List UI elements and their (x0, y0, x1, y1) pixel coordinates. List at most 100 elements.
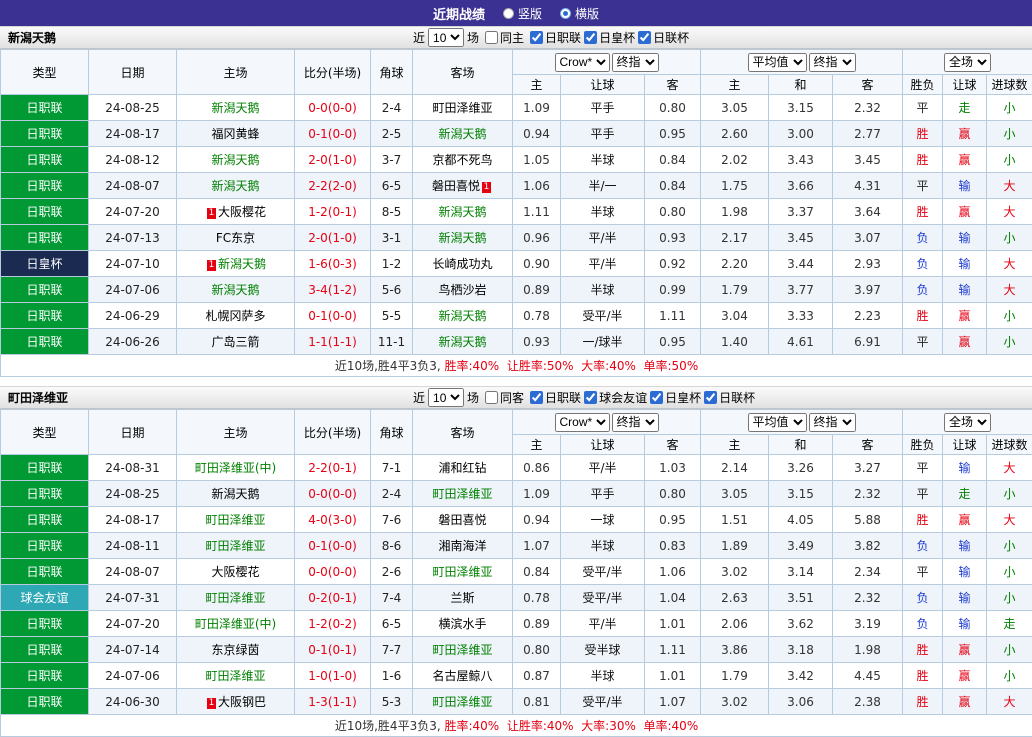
same-venue-checkbox[interactable] (485, 31, 498, 44)
average-time-select[interactable]: 终指 (809, 413, 856, 432)
avg-home-odds: 2.06 (701, 611, 769, 637)
team-name[interactable]: 新潟天鹅 (438, 127, 486, 141)
team-name[interactable]: 福冈黄蜂 (211, 127, 259, 141)
league-filter-日联杯[interactable]: 日联杯 (635, 29, 689, 46)
league-filter-日联杯[interactable]: 日联杯 (701, 389, 755, 406)
layout-option-horizontal[interactable]: 横版 (560, 5, 599, 22)
team-name[interactable]: 大阪樱花 (218, 205, 266, 219)
same-venue-filter[interactable]: 同主 (482, 29, 524, 46)
handicap-time-select[interactable]: 终指 (612, 53, 659, 72)
team-name[interactable]: 新潟天鹅 (218, 257, 266, 271)
team-name[interactable]: 新潟天鹅 (438, 205, 486, 219)
handicap-time-select[interactable]: 终指 (612, 413, 659, 432)
team-name[interactable]: 新潟天鹅 (438, 309, 486, 323)
team-name[interactable]: 横滨水手 (438, 617, 486, 631)
team-name[interactable]: 町田泽维亚(中) (195, 617, 276, 631)
bookmaker-select[interactable]: Crow* (555, 413, 610, 432)
league-checkbox[interactable] (638, 31, 651, 44)
team-name[interactable]: 东京绿茵 (211, 643, 259, 657)
layout-option-vertical[interactable]: 竖版 (503, 5, 542, 22)
league-filter-日职联[interactable]: 日职联 (527, 29, 581, 46)
handicap-line: 平/半 (561, 225, 645, 251)
average-select[interactable]: 平均值 (748, 53, 807, 72)
avg-draw-odds: 3.43 (769, 147, 833, 173)
team-name[interactable]: 大阪钢巴 (218, 695, 266, 709)
handicap-line: 半球 (561, 199, 645, 225)
team-name[interactable]: 新潟天鹅 (438, 231, 486, 245)
avg-draw-odds: 4.61 (769, 329, 833, 355)
league-checkbox[interactable] (650, 391, 663, 404)
team-name[interactable]: 新潟天鹅 (211, 179, 259, 193)
team-name[interactable]: 町田泽维亚 (205, 513, 265, 527)
league-filter-球会友谊[interactable]: 球会友谊 (581, 389, 647, 406)
team-name[interactable]: 京都不死鸟 (432, 153, 492, 167)
league-filter-日职联[interactable]: 日职联 (527, 389, 581, 406)
result-handicap: 赢 (943, 689, 987, 715)
home-team-cell: 町田泽维亚 (177, 663, 295, 689)
team-name[interactable]: 新潟天鹅 (438, 335, 486, 349)
team-name[interactable]: 町田泽维亚 (205, 591, 265, 605)
team-name[interactable]: 町田泽维亚 (432, 101, 492, 115)
average-select[interactable]: 平均值 (748, 413, 807, 432)
handicap-home-odds: 0.94 (513, 507, 561, 533)
avg-home-odds: 1.79 (701, 663, 769, 689)
radio-selected-icon (560, 8, 571, 19)
match-date: 24-07-06 (89, 277, 177, 303)
team-name[interactable]: 町田泽维亚 (205, 669, 265, 683)
radio-unselected-icon (503, 8, 514, 19)
match-type-badge: 日职联 (1, 507, 89, 533)
handicap-home-odds: 1.05 (513, 147, 561, 173)
team-name[interactable]: FC东京 (216, 231, 255, 245)
team-name[interactable]: 兰斯 (450, 591, 474, 605)
same-venue-checkbox[interactable] (485, 391, 498, 404)
league-checkbox[interactable] (530, 391, 543, 404)
team-name[interactable]: 町田泽维亚 (432, 487, 492, 501)
col-corner: 角球 (371, 50, 413, 95)
avg-draw-odds: 3.45 (769, 225, 833, 251)
league-checkbox[interactable] (704, 391, 717, 404)
team-name[interactable]: 长崎成功丸 (432, 257, 492, 271)
result-goals: 小 (987, 225, 1032, 251)
team-name[interactable]: 湘南海洋 (438, 539, 486, 553)
team-name[interactable]: 鸟栖沙岩 (438, 283, 486, 297)
team-name[interactable]: 町田泽维亚 (432, 695, 492, 709)
match-count-select[interactable]: 10 (428, 388, 464, 407)
handicap-home-odds: 1.09 (513, 95, 561, 121)
bookmaker-select[interactable]: Crow* (555, 53, 610, 72)
team-name[interactable]: 新潟天鹅 (211, 487, 259, 501)
score: 2-2(2-0) (295, 173, 371, 199)
average-time-select[interactable]: 终指 (809, 53, 856, 72)
league-checkbox[interactable] (584, 391, 597, 404)
team-name[interactable]: 町田泽维亚(中) (195, 461, 276, 475)
team-name[interactable]: 町田泽维亚 (205, 539, 265, 553)
result-handicap: 走 (943, 95, 987, 121)
team-name[interactable]: 札幌冈萨多 (205, 309, 265, 323)
scope-select[interactable]: 全场 (944, 413, 991, 432)
avg-draw-odds: 4.05 (769, 507, 833, 533)
team-name[interactable]: 浦和红钻 (438, 461, 486, 475)
team-name[interactable]: 町田泽维亚 (432, 643, 492, 657)
team-name[interactable]: 町田泽维亚 (432, 565, 492, 579)
team-name[interactable]: 广岛三箭 (211, 335, 259, 349)
league-checkbox[interactable] (530, 31, 543, 44)
handicap-home-odds: 0.89 (513, 277, 561, 303)
same-venue-filter[interactable]: 同客 (482, 389, 524, 406)
team-name[interactable]: 大阪樱花 (211, 565, 259, 579)
result-handicap: 赢 (943, 663, 987, 689)
match-count-select[interactable]: 10 (428, 28, 464, 47)
team-name[interactable]: 名古屋鲸八 (432, 669, 492, 683)
corner-score: 5-3 (371, 689, 413, 715)
league-filter-日皇杯[interactable]: 日皇杯 (647, 389, 701, 406)
match-date: 24-08-31 (89, 455, 177, 481)
team-name[interactable]: 磐田喜悦 (432, 179, 480, 193)
team-name[interactable]: 磐田喜悦 (438, 513, 486, 527)
team-name[interactable]: 新潟天鹅 (211, 283, 259, 297)
team-name[interactable]: 新潟天鹅 (211, 101, 259, 115)
team-name[interactable]: 新潟天鹅 (211, 153, 259, 167)
league-checkbox[interactable] (584, 31, 597, 44)
score: 0-0(0-0) (295, 481, 371, 507)
scope-select[interactable]: 全场 (944, 53, 991, 72)
red-card-icon: 1 (207, 208, 216, 219)
avg-away-odds: 2.93 (833, 251, 903, 277)
league-filter-日皇杯[interactable]: 日皇杯 (581, 29, 635, 46)
